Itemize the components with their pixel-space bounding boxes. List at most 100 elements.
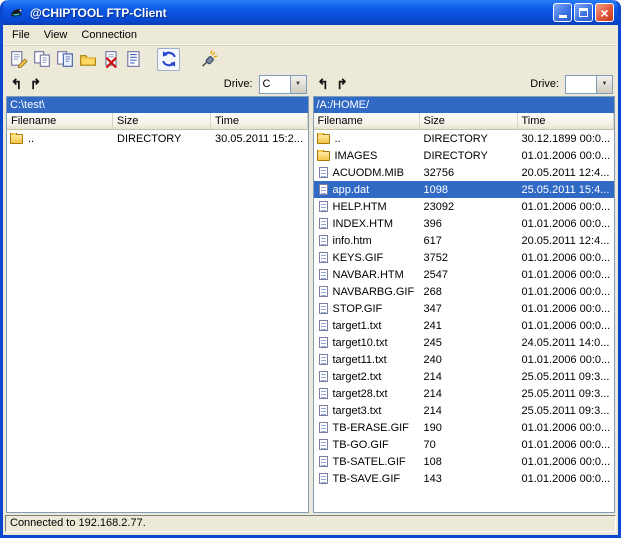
file-row[interactable]: TB-SAVE.GIF14301.01.2006 00:0... [314,470,615,487]
remote-panel: ↰ ↱ Drive: ▼ /A:/HOME/ Filename Size Tim… [313,72,616,513]
time-text: 01.01.2006 00:0... [518,286,615,298]
file-icon [319,371,328,382]
menu-file[interactable]: File [5,27,37,43]
size-text: 240 [420,354,518,366]
file-row[interactable]: NAVBAR.HTM 254701.01.2006 00:0... [314,266,615,283]
remote-drive-select[interactable]: ▼ [565,75,613,94]
file-row[interactable]: NAVBARBG.GIF26801.01.2006 00:0... [314,283,615,300]
local-forward-arrow-button[interactable]: ↱ [27,75,44,93]
local-drive-select[interactable]: C ▼ [259,75,307,94]
file-row[interactable]: IMAGESDIRECTORY01.01.2006 00:0... [314,147,615,164]
time-text: 01.01.2006 00:0... [518,269,615,281]
time-text: 01.01.2006 00:0... [518,320,615,332]
file-row[interactable]: .. DIRECTORY30.12.1899 00:0... [314,130,615,147]
remote-back-arrow-button[interactable]: ↰ [315,75,332,93]
refresh-button[interactable] [157,48,180,71]
file-row[interactable]: target28.txt21425.05.2011 09:3... [314,385,615,402]
filename-text: TB-SATEL.GIF [333,456,406,468]
file-row[interactable]: ..DIRECTORY30.05.2011 15:2... [7,130,308,147]
time-text: 20.05.2011 12:4... [518,235,615,247]
folder-icon [317,151,330,161]
file-row[interactable]: target10.txt24524.05.2011 14:0... [314,334,615,351]
local-back-arrow-button[interactable]: ↰ [8,75,25,93]
remote-file-list: .. DIRECTORY30.12.1899 00:0... IMAGESDIREC… [314,130,615,512]
file-icon [319,473,328,484]
file-row[interactable]: info.htm 61720.05.2011 12:4... [314,232,615,249]
time-text: 01.01.2006 00:0... [518,456,615,468]
filename-text: target1.txt [333,320,382,332]
local-header-size[interactable]: Size [113,113,211,130]
filename-text: target10.txt [333,337,388,349]
remote-forward-arrow-button[interactable]: ↱ [334,75,351,93]
local-drive-label: Drive: [224,78,253,90]
menu-view[interactable]: View [37,27,75,43]
file-row[interactable]: TB-GO.GIF7001.01.2006 00:0... [314,436,615,453]
file-icon [319,439,328,450]
paste-button[interactable] [53,48,76,71]
filename-text: INDEX.HTM [333,218,394,230]
file-row[interactable]: ACUODM.MIB3275620.05.2011 12:4... [314,164,615,181]
filename-text: target2.txt [333,371,382,383]
filename-text: STOP.GIF [333,303,383,315]
menu-connection[interactable]: Connection [74,27,144,43]
file-row[interactable]: INDEX.HTM39601.01.2006 00:0... [314,215,615,232]
local-header-time[interactable]: Time [211,113,308,130]
connect-button[interactable] [198,48,221,71]
filename-text: HELP.HTM [333,201,387,213]
remote-header-time[interactable]: Time [518,113,615,130]
time-text: 30.12.1899 00:0... [518,133,615,145]
filename-text: info.htm [333,235,372,247]
file-row[interactable]: TB-SATEL.GIF10801.01.2006 00:0... [314,453,615,470]
copy-button[interactable] [30,48,53,71]
size-text: 347 [420,303,518,315]
size-text: 214 [420,405,518,417]
titlebar[interactable]: @CHIPTOOL FTP-Client × [3,0,618,25]
file-icon [319,184,328,195]
filename-text: NAVBAR.HTM [333,269,404,281]
file-row[interactable]: STOP.GIF34701.01.2006 00:0... [314,300,615,317]
chevron-down-icon[interactable]: ▼ [290,76,306,93]
file-row[interactable]: target2.txt21425.05.2011 09:3... [314,368,615,385]
file-row[interactable]: HELP.HTM2309201.01.2006 00:0... [314,198,615,215]
app-icon [8,5,26,21]
file-icon [319,235,328,246]
minimize-icon [559,15,567,18]
file-icon [319,354,328,365]
maximize-button[interactable] [574,3,593,22]
file-row[interactable]: target1.txt24101.01.2006 00:0... [314,317,615,334]
file-icon [319,167,328,178]
close-button[interactable]: × [595,3,614,22]
remote-drive-value [566,76,596,93]
filename-text: KEYS.GIF [333,252,384,264]
rename-button[interactable] [7,48,30,71]
file-icon [319,201,328,212]
filename-text: .. [335,133,341,145]
minimize-button[interactable] [553,3,572,22]
time-text: 01.01.2006 00:0... [518,252,615,264]
size-text: 2547 [420,269,518,281]
new-folder-button[interactable] [76,48,99,71]
local-listframe: C:\test\ Filename Size Time ..DIRECTORY3… [6,96,309,513]
size-text: 617 [420,235,518,247]
filename-text: target3.txt [333,405,382,417]
remote-column-headers: Filename Size Time [314,113,615,130]
close-icon: × [600,6,608,20]
remote-header-size[interactable]: Size [420,113,518,130]
file-row[interactable]: app.dat109825.05.2011 15:4... [314,181,615,198]
file-icon [319,337,328,348]
delete-button[interactable] [99,48,122,71]
view-button[interactable] [122,48,145,71]
file-row[interactable]: KEYS.GIF375201.01.2006 00:0... [314,249,615,266]
filename-text: .. [28,133,34,145]
file-row[interactable]: target11.txt24001.01.2006 00:0... [314,351,615,368]
file-row[interactable]: target3.txt 21425.05.2011 09:3... [314,402,615,419]
time-text: 25.05.2011 09:3... [518,405,615,417]
local-header-filename[interactable]: Filename [7,113,113,130]
file-row[interactable]: TB-ERASE.GIF19001.01.2006 00:0... [314,419,615,436]
size-text: DIRECTORY [420,133,518,145]
size-text: 1098 [420,184,518,196]
chevron-down-icon[interactable]: ▼ [596,76,612,93]
remote-header-filename[interactable]: Filename [314,113,420,130]
file-panels: ↰ ↱ Drive: C ▼ C:\test\ Filename Size Ti… [3,72,618,513]
local-panel: ↰ ↱ Drive: C ▼ C:\test\ Filename Size Ti… [6,72,309,513]
